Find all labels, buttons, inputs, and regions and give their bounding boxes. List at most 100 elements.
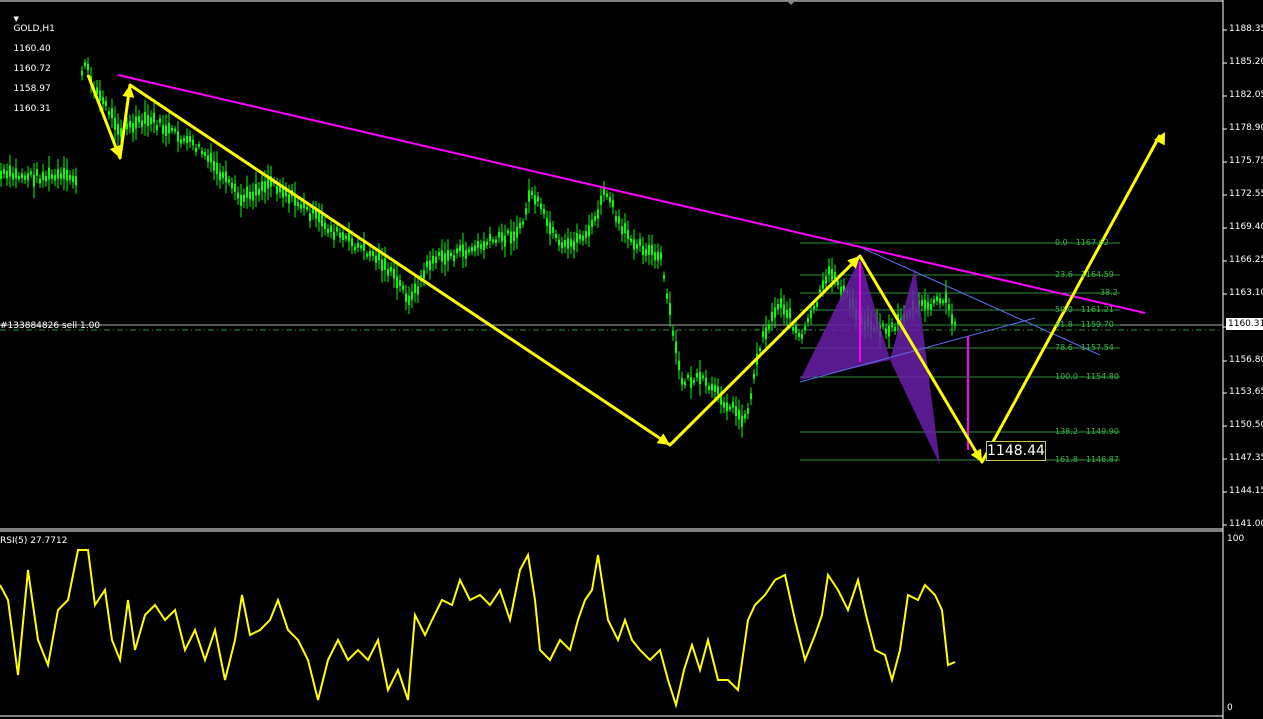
- candle-body: [618, 216, 620, 224]
- header-low: 1158.97: [13, 84, 51, 94]
- candle-body: [174, 128, 176, 132]
- candle-body: [669, 303, 671, 315]
- candle-body: [573, 240, 575, 250]
- candle-body: [753, 373, 755, 379]
- candle-body: [60, 172, 62, 179]
- candle-body: [894, 327, 896, 331]
- candle-body: [87, 63, 89, 71]
- price-tick-label: 1172.55: [1229, 189, 1263, 199]
- candle-body: [156, 124, 158, 131]
- candle-body: [468, 249, 470, 253]
- candle-body: [30, 171, 32, 175]
- candle-body: [228, 179, 230, 183]
- candle-body: [927, 301, 929, 310]
- fib-level-label: 100.0 - 1154.80: [1055, 372, 1119, 381]
- candle-body: [153, 113, 155, 124]
- candle-body: [585, 231, 587, 238]
- candle-body: [552, 226, 554, 233]
- candle-body: [297, 202, 299, 207]
- fib-level-label: 161.8 - 1146.87: [1055, 455, 1119, 464]
- candle-body: [597, 209, 599, 219]
- candle-body: [249, 191, 251, 200]
- candle-body: [627, 229, 629, 240]
- candle-body: [63, 167, 65, 179]
- candle-body: [678, 360, 680, 371]
- candle-body: [660, 252, 662, 260]
- dropdown-icon[interactable]: ▼: [13, 15, 18, 23]
- candle-body: [663, 275, 665, 279]
- candle-body: [6, 170, 8, 179]
- candle-body: [732, 401, 734, 408]
- candle-body: [480, 244, 482, 250]
- candle-body: [207, 155, 209, 162]
- candle-body: [582, 235, 584, 241]
- candle-body: [192, 139, 194, 146]
- candle-body: [195, 147, 197, 152]
- candle-body: [447, 249, 449, 261]
- candle-body: [48, 167, 50, 180]
- candle-body: [936, 296, 938, 301]
- candle-body: [438, 251, 440, 256]
- candle-body: [888, 325, 890, 337]
- candle-body: [183, 138, 185, 142]
- order-line-label[interactable]: #133884826 sell 1.00: [0, 321, 100, 331]
- candle-body: [114, 118, 116, 130]
- candle-body: [726, 402, 728, 412]
- candle-body: [417, 286, 419, 295]
- candle-body: [801, 333, 803, 339]
- candle-body: [603, 187, 605, 195]
- candle-body: [75, 176, 77, 185]
- candle-body: [837, 280, 839, 286]
- candle-body: [483, 241, 485, 251]
- candle-body: [162, 124, 164, 134]
- fib-level-label: 0.0 - 1167.62: [1055, 238, 1109, 247]
- candle-body: [714, 384, 716, 393]
- candle-body: [342, 232, 344, 240]
- candle-body: [213, 160, 215, 171]
- candle-body: [549, 222, 551, 235]
- candle-body: [624, 223, 626, 234]
- header-close: 1160.31: [13, 104, 51, 114]
- candle-body: [144, 111, 146, 124]
- candle-body: [126, 123, 128, 130]
- candle-body: [135, 116, 137, 129]
- main-chart[interactable]: [0, 0, 1263, 719]
- candle-body: [633, 239, 635, 250]
- candle-body: [216, 162, 218, 175]
- candle-body: [729, 406, 731, 410]
- candle-body: [672, 330, 674, 336]
- candle-body: [189, 136, 191, 143]
- candle-body: [705, 377, 707, 386]
- candle-body: [651, 244, 653, 255]
- candle-body: [531, 190, 533, 195]
- candle-body: [519, 222, 521, 229]
- chart-background: [0, 0, 1263, 719]
- candle-body: [336, 227, 338, 232]
- candle-body: [240, 194, 242, 206]
- candle-body: [327, 228, 329, 233]
- candle-body: [747, 408, 749, 414]
- chart-frame: [0, 0, 1263, 719]
- chart-shift-marker[interactable]: [786, 0, 796, 5]
- candle-body: [252, 191, 254, 201]
- candle-body: [102, 97, 104, 105]
- candle-body: [147, 115, 149, 126]
- candle-body: [471, 247, 473, 252]
- candle-body: [393, 268, 395, 279]
- candle-body: [372, 251, 374, 257]
- candle-body: [492, 239, 494, 243]
- candle-body: [402, 285, 404, 290]
- candle-body: [738, 409, 740, 420]
- candle-body: [498, 231, 500, 238]
- candle-body: [525, 208, 527, 215]
- target-price-label[interactable]: 1148.44: [986, 441, 1046, 461]
- candle-body: [516, 226, 518, 238]
- candle-body: [36, 169, 38, 177]
- candle-body: [360, 245, 362, 249]
- candle-body: [558, 239, 560, 246]
- candle-body: [456, 248, 458, 254]
- chart-window[interactable]: ▼ GOLD,H1 1160.40 1160.72 1158.97 1160.3…: [0, 0, 1263, 719]
- candle-body: [465, 250, 467, 259]
- candle-body: [69, 175, 71, 180]
- candle-body: [180, 139, 182, 144]
